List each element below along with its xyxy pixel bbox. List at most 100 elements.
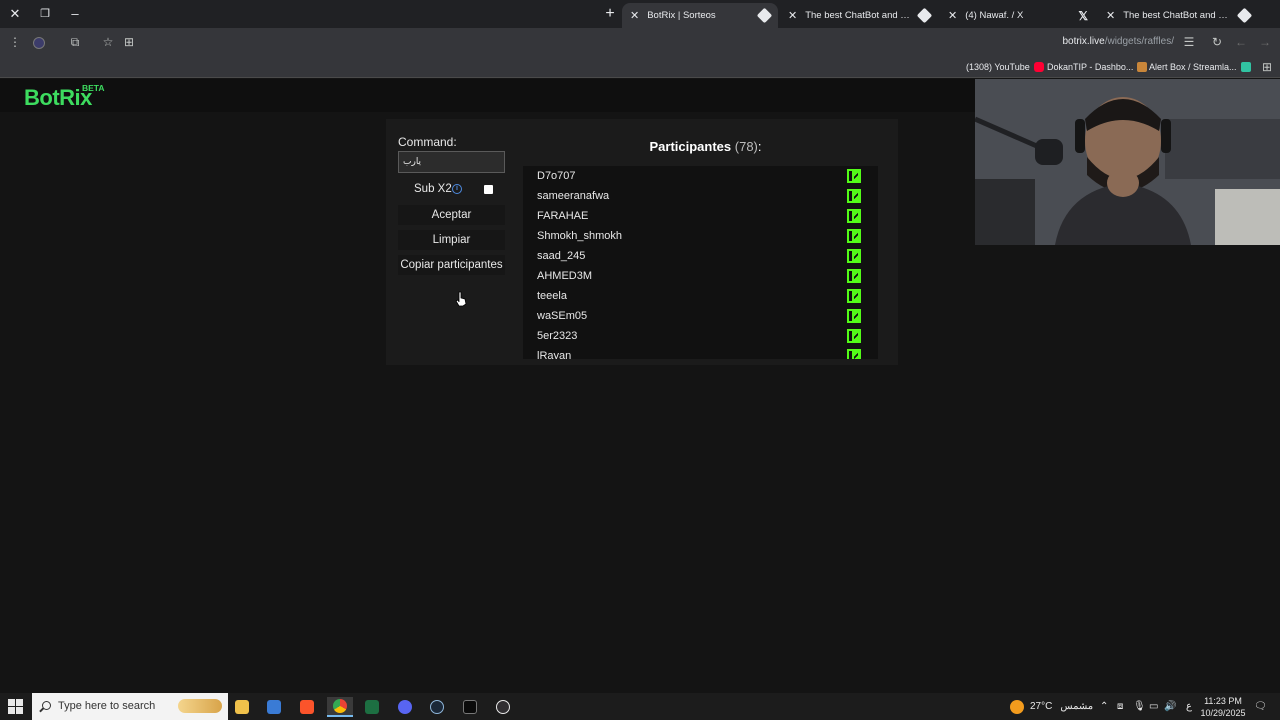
list-item: Shmokh_shmokh xyxy=(523,226,865,246)
botrix-favicon-icon xyxy=(756,7,773,24)
browser-tab-strip: ✕ ❐ – + ✕ BotRix | Sorteos ✕ The best Ch… xyxy=(0,0,1280,28)
kick-icon xyxy=(847,249,861,263)
tray-network-icon[interactable]: ⧈ xyxy=(1117,693,1123,720)
list-item: 5er2323 xyxy=(523,326,865,346)
close-window-icon[interactable]: ✕ xyxy=(4,4,26,24)
microsoft-store-icon[interactable] xyxy=(261,697,287,717)
restore-window-icon[interactable]: ❐ xyxy=(34,4,56,24)
tab-x-nawaf[interactable]: ✕ (4) Nawaf. / X 𝕏 xyxy=(940,3,1096,28)
microphone-icon[interactable]: 🎙 xyxy=(1133,693,1146,720)
tab-chatbot-widgets-1[interactable]: ✕ The best ChatBot and Widgets xyxy=(780,3,938,28)
close-tab-icon[interactable]: ✕ xyxy=(788,9,797,22)
weather-widget[interactable]: 27°C مشمس xyxy=(1010,693,1093,720)
participants-title: Participantes (78): xyxy=(523,139,888,154)
bookmark-label: Alert Box / Streamla... xyxy=(1149,62,1237,72)
kick-icon xyxy=(847,169,861,183)
command-label: Command: xyxy=(398,135,457,149)
forward-arrow-icon[interactable]: → xyxy=(1256,33,1274,51)
sun-icon xyxy=(1010,699,1024,714)
translate-icon[interactable]: ⊞ xyxy=(120,33,138,51)
taskbar-search-box[interactable]: Type here to search xyxy=(32,693,228,720)
kick-icon xyxy=(847,309,861,323)
reload-icon[interactable]: ↻ xyxy=(1208,33,1226,51)
menu-kebab-icon[interactable]: ⋮ xyxy=(6,33,24,51)
notifications-icon[interactable]: 🗨 xyxy=(1254,693,1267,720)
participants-colon: : xyxy=(757,139,762,154)
participant-name: AHMED3M xyxy=(537,270,593,282)
input-language[interactable]: ع xyxy=(1186,693,1192,720)
bookmark-label: DokanTIP - Dashbo... xyxy=(1047,62,1134,72)
search-icon xyxy=(42,701,51,710)
all-bookmarks-icon[interactable]: ⊞ xyxy=(1258,58,1276,76)
clear-button[interactable]: Limpiar xyxy=(398,230,505,250)
windows-start-icon[interactable] xyxy=(8,699,24,715)
extensions-icon[interactable]: ⧉ xyxy=(66,33,84,51)
participant-name: waSEm05 xyxy=(537,310,588,322)
bookmark-star-icon[interactable]: ☆ xyxy=(99,33,117,51)
kick-icon xyxy=(847,229,861,243)
streamlabs-icon xyxy=(1240,62,1251,72)
participant-name: sameeranafwa xyxy=(537,190,610,202)
participant-name: 5er2323 xyxy=(537,330,578,342)
sub-x2-label: Sub X2 xyxy=(414,183,452,195)
bookmark-youtube[interactable]: (1308) YouTube xyxy=(966,59,1044,75)
participants-count: (78) xyxy=(734,139,758,154)
close-tab-icon[interactable]: ✕ xyxy=(948,9,957,22)
sub-x2-row: Sub X2 i xyxy=(398,181,505,199)
kick-icon xyxy=(847,209,861,223)
beta-badge: BETA xyxy=(82,83,105,93)
bookmark-dokantip[interactable]: DokanTIP - Dashbo... xyxy=(1047,59,1148,75)
chrome-icon[interactable] xyxy=(327,697,353,717)
list-item: AHMED3M xyxy=(523,266,865,286)
wifi-icon[interactable]: ▭ xyxy=(1149,693,1158,720)
kick-icon xyxy=(847,329,861,343)
close-tab-icon[interactable]: ✕ xyxy=(1106,9,1115,22)
command-input[interactable] xyxy=(398,151,505,173)
info-icon[interactable]: i xyxy=(452,184,462,194)
participant-name: saad_245 xyxy=(537,250,586,262)
raffle-widget: Command: Sub X2 i Aceptar Limpiar Copiar… xyxy=(386,119,898,365)
bookmark-streamlabs[interactable]: Alert Box / Streamla... xyxy=(1149,59,1251,75)
address-bar[interactable]: botrix.live/widgets/raffles/ xyxy=(1040,33,1200,51)
participants-heading: Participantes xyxy=(649,139,732,154)
url-path: /widgets/raffles/ xyxy=(1104,36,1174,47)
participants-list[interactable]: D7o707 sameeranafwa FARAHAE Shmokh_shmok… xyxy=(523,166,878,359)
participant-name: lRayan xyxy=(537,350,572,359)
tab-label: (4) Nawaf. / X xyxy=(965,10,1024,21)
brave-browser-icon[interactable] xyxy=(294,697,320,717)
kick-icon xyxy=(847,269,861,283)
list-item: sameeranafwa xyxy=(523,186,865,206)
tray-chevron-icon[interactable]: ⌃ xyxy=(1100,693,1108,720)
page-content: BotRix BETA Command: Sub X2 i Aceptar Li… xyxy=(0,79,1280,693)
close-tab-icon[interactable]: ✕ xyxy=(630,9,639,22)
tab-label: The best ChatBot and Widgets xyxy=(805,10,911,21)
site-settings-icon[interactable]: ☰ xyxy=(1180,33,1198,51)
copy-participants-button[interactable]: Copiar participantes xyxy=(398,255,505,275)
tab-botrix-sorteos[interactable]: ✕ BotRix | Sorteos xyxy=(622,3,778,28)
bookmark-label: (1308) YouTube xyxy=(966,62,1030,72)
list-item: lRayan xyxy=(523,346,865,359)
steam-icon[interactable] xyxy=(424,697,450,717)
file-explorer-icon[interactable] xyxy=(229,697,255,717)
participant-name: Shmokh_shmokh xyxy=(537,230,622,242)
excel-icon[interactable] xyxy=(359,697,385,717)
list-item: D7o707 xyxy=(523,166,865,186)
profile-avatar-icon[interactable] xyxy=(30,33,48,51)
webcam-image xyxy=(975,79,1280,245)
obs-icon[interactable] xyxy=(490,697,516,717)
tab-chatbot-widgets-2[interactable]: ✕ The best ChatBot and Widgets xyxy=(1098,3,1258,28)
windows-taskbar: Type here to search 27°C مشمس ⌃ ⧈ 🎙 ▭ 🔊 … xyxy=(0,693,1280,720)
sub-x2-checkbox[interactable] xyxy=(484,185,493,194)
app-black-icon[interactable] xyxy=(457,697,483,717)
volume-icon[interactable]: 🔊 xyxy=(1164,693,1176,720)
new-tab-icon[interactable]: + xyxy=(600,4,620,24)
accept-button[interactable]: Aceptar xyxy=(398,205,505,225)
back-arrow-icon[interactable]: ← xyxy=(1232,33,1250,51)
discord-icon[interactable] xyxy=(392,697,418,717)
browser-toolbar: ⋮ ⧉ ☆ ⊞ botrix.live/widgets/raffles/ ☰ ↻… xyxy=(0,28,1280,56)
list-item: saad_245 xyxy=(523,246,865,266)
list-item: teeela xyxy=(523,286,865,306)
kick-icon xyxy=(847,189,861,203)
minimize-window-icon[interactable]: – xyxy=(64,4,86,24)
system-clock[interactable]: 11:23 PM 10/29/2025 xyxy=(1198,695,1248,719)
